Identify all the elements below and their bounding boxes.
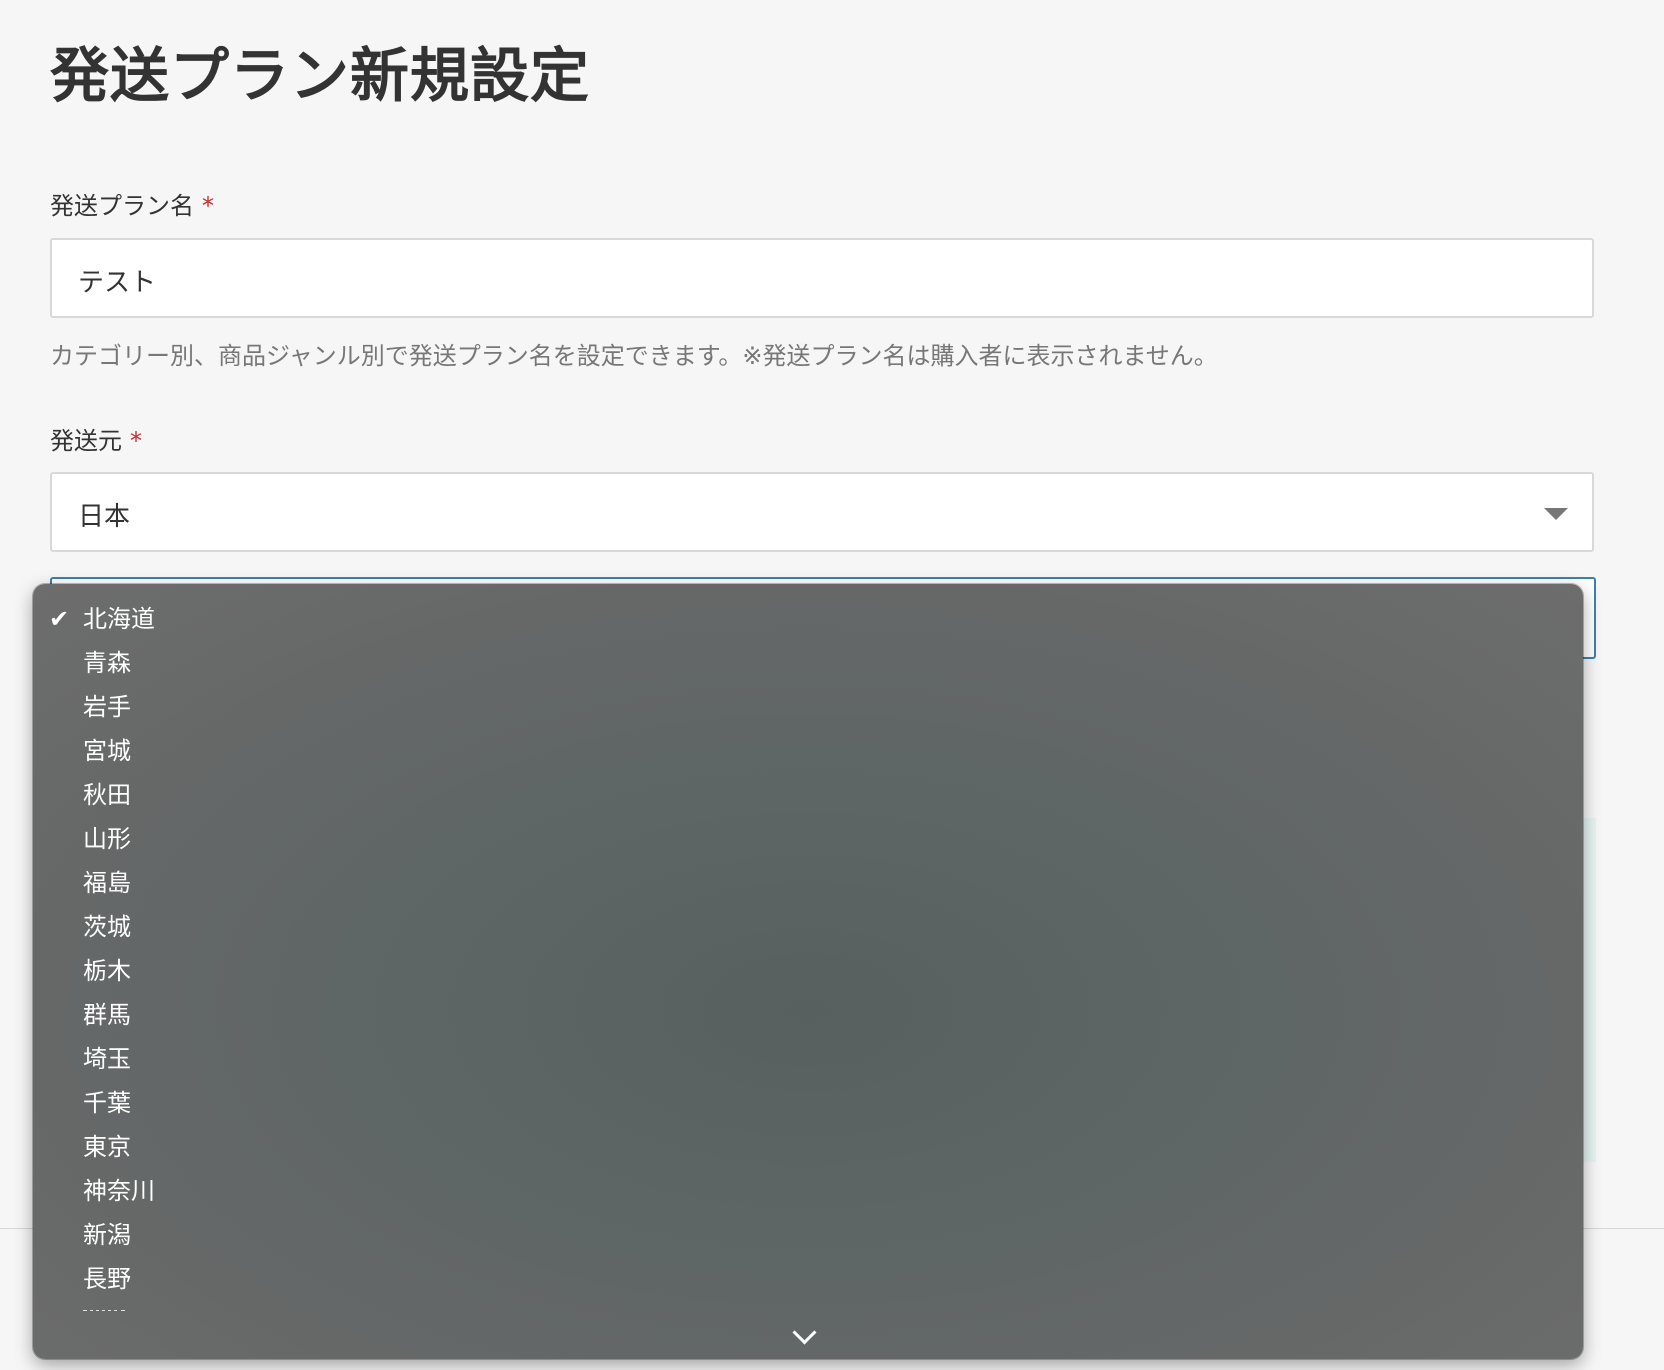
dropdown-option-label[interactable]: 千葉 [83,1089,131,1117]
origin-country-value[interactable]: 日本 [78,496,130,533]
dropdown-option[interactable]: 埼玉 [83,1039,131,1079]
dropdown-option-partial [83,1310,143,1318]
required-mark: * [130,427,142,455]
dropdown-option-label[interactable]: 北海道 [83,605,155,633]
dropdown-option-hokkaido[interactable]: ✔ 北海道 [49,599,155,639]
dropdown-option[interactable]: 千葉 [83,1083,131,1123]
origin-label: 発送元 * [50,421,142,456]
plan-name-label-text: 発送プラン名 [50,192,194,220]
dropdown-option-label[interactable]: 山形 [83,825,131,853]
plan-name-input[interactable]: テスト [50,238,1594,318]
plan-name-value[interactable]: テスト [78,262,156,299]
dropdown-option[interactable]: 福島 [83,863,131,903]
dropdown-option-label[interactable]: 福島 [83,869,131,897]
dropdown-option[interactable]: 青森 [83,643,131,683]
dropdown-option-label[interactable]: 茨城 [83,913,131,941]
dropdown-option[interactable]: 岩手 [83,687,131,727]
dropdown-option[interactable]: 新潟 [83,1215,131,1255]
dropdown-option-label[interactable]: 青森 [83,649,131,677]
chevron-down-icon[interactable] [792,1320,817,1345]
dropdown-option[interactable]: 神奈川 [83,1171,155,1211]
dropdown-option-label[interactable]: 神奈川 [83,1177,155,1205]
dropdown-option[interactable]: 東京 [83,1127,131,1167]
dropdown-option-label[interactable]: 長野 [83,1265,131,1293]
dropdown-option-label[interactable]: 栃木 [83,957,131,985]
plan-name-label: 発送プラン名 * [50,186,214,221]
dropdown-option-label[interactable]: 埼玉 [83,1045,131,1073]
chevron-down-icon[interactable] [1544,508,1568,520]
check-icon: ✔ [49,605,70,633]
dropdown-option[interactable]: 山形 [83,819,131,859]
origin-country-select[interactable]: 日本 [50,472,1594,552]
page-title: 発送プラン新規設定 [50,41,591,110]
dropdown-option[interactable]: 宮城 [83,731,131,771]
dropdown-option-label[interactable]: 新潟 [83,1221,131,1249]
plan-name-help-text: カテゴリー別、商品ジャンル別で発送プラン名を設定できます。※発送プラン名は購入者… [50,342,1218,370]
dropdown-option[interactable]: 秋田 [83,775,131,815]
dropdown-option-label[interactable]: 岩手 [83,693,131,721]
dropdown-option[interactable]: 群馬 [83,995,131,1035]
origin-label-text: 発送元 [50,427,122,455]
dropdown-option-label[interactable]: 群馬 [83,1001,131,1029]
dropdown-option[interactable]: 栃木 [83,951,131,991]
dropdown-option[interactable]: 茨城 [83,907,131,947]
dropdown-option[interactable]: 長野 [83,1259,131,1299]
dropdown-option-label[interactable]: 東京 [83,1133,131,1161]
required-mark: * [202,192,214,220]
page: 発送プラン新規設定 発送プラン名 * テスト カテゴリー別、商品ジャンル別で発送プ… [0,0,1664,1370]
prefecture-dropdown-menu[interactable]: ✔ 北海道 青森 岩手 宮城 秋田 山形 福島 茨城 栃木 群馬 埼玉 千葉 東… [33,584,1583,1359]
dropdown-option-label[interactable]: 秋田 [83,781,131,809]
dropdown-option-label[interactable]: 宮城 [83,737,131,765]
